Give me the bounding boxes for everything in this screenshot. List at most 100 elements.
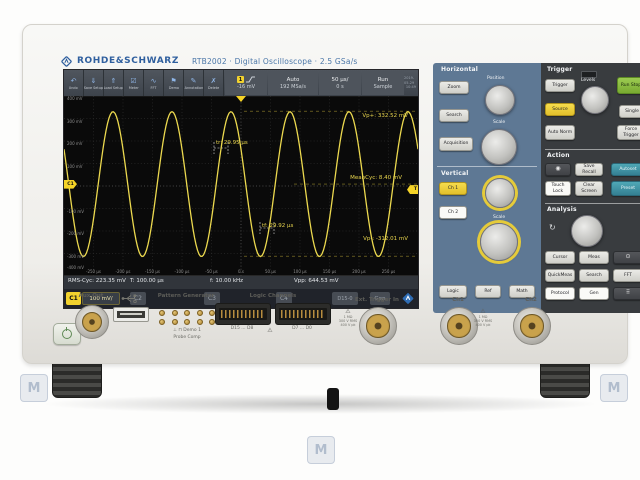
pattern-generator-label: Pattern Generator [157, 293, 215, 299]
x-axis-label: 0 s [238, 269, 244, 274]
force-trigger-button[interactable]: Force Trigger [617, 125, 640, 140]
meas-button[interactable]: Meas [579, 251, 609, 264]
trigger-position-marker[interactable] [236, 96, 246, 102]
vertical-scale-knob[interactable] [480, 223, 518, 261]
pattern-generator-pins [159, 310, 215, 325]
period-readout: T: 100.00 μs [130, 278, 164, 284]
cable-stub [327, 388, 339, 410]
horizontal-vertical-panel: Horizontal Zoom Search Acquisition Posit… [433, 63, 541, 313]
ext-trigger-label: Ext. Trigger In [355, 297, 399, 303]
auto-norm-button[interactable]: Auto Norm [545, 125, 575, 140]
undo-button[interactable]: ↶ Undo [64, 70, 84, 96]
run-stop-button[interactable]: Run Stop [617, 77, 640, 94]
run-status-segment[interactable]: Run Sample [362, 71, 404, 95]
screen-toolbar: ↶ Undo ⇓ Save Setup ⇑ Load Setup ☑ Meter ∿ FFT ⚑ De… [64, 70, 418, 96]
channel-1-button[interactable]: Ch 1 [439, 182, 467, 195]
waveform-display[interactable]: 400 mV 300 mV 200 mV 100 mV -100 mV -200 mV -3… [64, 96, 418, 276]
horizontal-scale-knob[interactable] [481, 129, 517, 165]
x-axis-label: -150 μs [145, 269, 160, 274]
save-setup-icon: ⇓ [90, 76, 97, 85]
gen-button[interactable]: Gen [579, 287, 609, 300]
aux-out-connector [75, 305, 109, 339]
ch2-connector [513, 307, 551, 345]
trigger-status-segment[interactable]: 1 -16 mV [225, 71, 267, 95]
usb-icon [121, 294, 137, 303]
panel-divider [545, 203, 640, 204]
meter-button[interactable]: ☑ Meter [124, 70, 144, 96]
logic-connector-d7-d0 [275, 303, 331, 325]
vertical-scale-knob-label: Scale [493, 215, 506, 220]
horizontal-position-knob[interactable] [485, 85, 515, 115]
zoom-button[interactable]: Zoom [439, 81, 469, 94]
frequency-readout: f: 10.00 kHz [210, 278, 244, 284]
logic-connector-d15-d8 [215, 303, 271, 325]
navigation-arrow-icon: ↻ [549, 223, 556, 232]
demo-button[interactable]: ⚑ Demo [164, 70, 184, 96]
demo-icon: ⚑ [170, 76, 177, 85]
protocol-button[interactable]: Protocol [545, 287, 575, 300]
navigation-knob[interactable] [571, 215, 603, 247]
y-axis-label: -300 mV [67, 253, 84, 259]
acquisition-status-segment[interactable]: Auto 192 MSa/s [268, 71, 318, 95]
y-axis-label: 400 mV [67, 96, 83, 101]
ext-trigger-warning: ⚠ 1 MΩ 300 V RMS 400 V pk [338, 308, 358, 328]
clear-screen-button[interactable]: Clear Screen [575, 181, 603, 196]
waveform-plot [64, 96, 418, 276]
load-setup-button[interactable]: ⇑ Load Setup [104, 70, 124, 96]
usb-port [113, 307, 149, 322]
x-axis-label: -50 μs [205, 269, 218, 274]
product-photo-stage: { "brand": { "name": "ROHDE&SCHWARZ", "m… [0, 0, 640, 480]
quickmeas-button[interactable]: QuickMeas [545, 269, 575, 282]
x-axis-label: -100 μs [174, 269, 190, 274]
ref-button[interactable]: Ref [475, 285, 501, 298]
meter-icon: ☑ [130, 76, 137, 85]
apps-button[interactable]: ⠿ [613, 287, 640, 300]
vp-minus-annotation: Vp-: -312.01 mV [363, 236, 408, 242]
power-icon [62, 327, 72, 339]
touch-lock-button[interactable]: Touch Lock [545, 181, 571, 196]
channel-2-button[interactable]: Ch 2 [439, 206, 467, 219]
intensity-button[interactable]: ⊙ [613, 251, 640, 264]
autoset-button[interactable]: Autoset [611, 163, 640, 176]
acquisition-mode-value: Sample [373, 83, 393, 90]
oscilloscope-screen: ↶ Undo ⇓ Save Setup ⇑ Load Setup ☑ Meter ∿ FFT ⚑ De… [63, 69, 419, 309]
pattern-pin [171, 319, 178, 325]
preset-button[interactable]: Preset [611, 181, 640, 196]
oscilloscope-body: ROHDE&SCHWARZ RTB2002 · Digital Oscillos… [22, 24, 640, 364]
delete-button[interactable]: ✗ Delete [204, 70, 224, 96]
analysis-section-title: Analysis [547, 206, 577, 213]
fft-button[interactable]: FFT [613, 269, 640, 282]
save-recall-button[interactable]: Save Recall [575, 163, 603, 176]
trigger-menu-button[interactable]: Trigger [545, 79, 575, 92]
x-axis-label: 200 μs [352, 269, 366, 274]
x-axis-label: 50 μs [265, 269, 276, 274]
channel-1-badge: 1 [237, 76, 244, 83]
vertical-position-knob[interactable] [485, 178, 515, 208]
horizontal-position-knob-label: Position [487, 76, 505, 81]
cursor-button[interactable]: Cursor [545, 251, 575, 264]
timebase-status-segment[interactable]: 50 μs/ 0 s [319, 71, 361, 95]
acquisition-button[interactable]: Acquisition [439, 137, 473, 151]
save-setup-button[interactable]: ⇓ Save Setup [84, 70, 104, 96]
x-axis-label: -250 μs [86, 269, 101, 274]
fft-button[interactable]: ∿ FFT [144, 70, 164, 96]
single-button[interactable]: Single [619, 105, 640, 118]
panel-divider [545, 149, 640, 150]
datetime-display: 2019-05-29 10:49 [404, 70, 418, 96]
toolbar-icons: ↶ Undo ⇓ Save Setup ⇑ Load Setup ☑ Meter ∿ FFT ⚑ De… [64, 70, 224, 96]
x-axis-label: 150 μs [322, 269, 337, 274]
rohde-schwarz-logo-icon [61, 55, 72, 67]
logic-warning-icon: ⚠ [267, 327, 273, 334]
trigger-source-button[interactable]: Source [545, 103, 575, 116]
trigger-levels-knob[interactable] [581, 86, 609, 114]
trigger-section-title: Trigger [547, 66, 573, 73]
search-button[interactable]: Search [439, 109, 469, 122]
pattern-pin [196, 310, 203, 316]
trigger-level-value: -16 mV [236, 84, 256, 90]
camera-button[interactable]: ◉ [545, 163, 571, 176]
vp-plus-annotation: Vp+: 332.52 mV [362, 113, 408, 119]
search-analysis-button[interactable]: Search [579, 269, 609, 282]
model-title: RTB2002 · Digital Oscilloscope · 2.5 GSa… [191, 56, 358, 66]
annotation-button[interactable]: ✎ Annotation [184, 70, 204, 96]
ext-trigger-connector [359, 307, 397, 345]
